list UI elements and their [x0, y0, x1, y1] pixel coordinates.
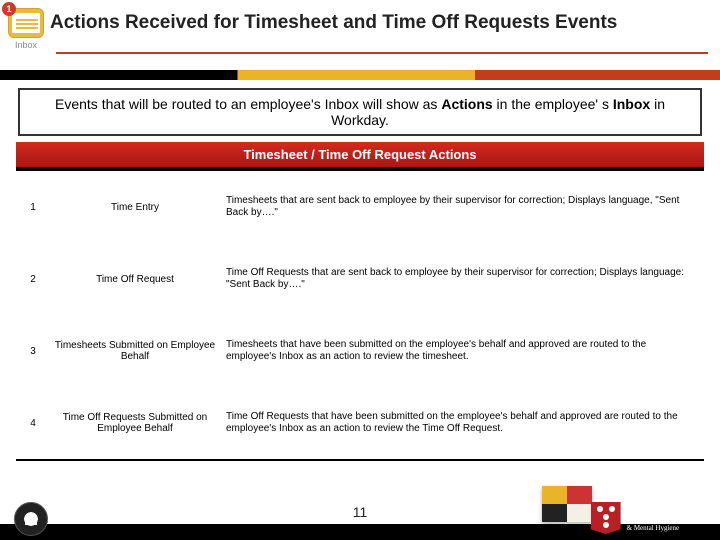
- row-desc: Time Off Requests that are sent back to …: [220, 267, 704, 292]
- table-row: 4 Time Off Requests Submitted on Employe…: [16, 387, 704, 459]
- seal-icon: [14, 502, 48, 536]
- row-name: Time Off Requests Submitted on Employee …: [50, 412, 220, 434]
- page-title: Actions Received for Timesheet and Time …: [50, 8, 708, 34]
- table-row: 1 Time Entry Timesheets that are sent ba…: [16, 171, 704, 243]
- row-desc: Timesheets that are sent back to employe…: [220, 195, 704, 220]
- row-number: 2: [16, 274, 50, 285]
- title-underline: [56, 52, 708, 54]
- table-border-bottom: [16, 459, 704, 461]
- inbox-label: Inbox: [15, 40, 37, 50]
- section-header: Timesheet / Time Off Request Actions: [16, 142, 704, 171]
- row-number: 4: [16, 418, 50, 429]
- inbox-icon: 1 Inbox: [8, 8, 44, 50]
- intro-text: Events that will be routed to an employe…: [18, 88, 702, 136]
- actions-table: 1 Time Entry Timesheets that are sent ba…: [16, 171, 704, 459]
- notification-badge: 1: [2, 2, 16, 16]
- row-number: 1: [16, 202, 50, 213]
- accent-bar: [0, 70, 720, 80]
- department-mark-icon: [591, 502, 621, 534]
- table-row: 2 Time Off Request Time Off Requests tha…: [16, 243, 704, 315]
- row-name: Time Entry: [50, 202, 220, 213]
- department-logo: Maryland Department of Health & Mental H…: [591, 502, 712, 534]
- row-name: Time Off Request: [50, 274, 220, 285]
- table-row: 3 Timesheets Submitted on Employee Behal…: [16, 315, 704, 387]
- row-name: Timesheets Submitted on Employee Behalf: [50, 340, 220, 362]
- row-number: 3: [16, 346, 50, 357]
- row-desc: Timesheets that have been submitted on t…: [220, 339, 704, 364]
- maryland-flag-icon: [542, 486, 592, 522]
- row-desc: Time Off Requests that have been submitt…: [220, 411, 704, 436]
